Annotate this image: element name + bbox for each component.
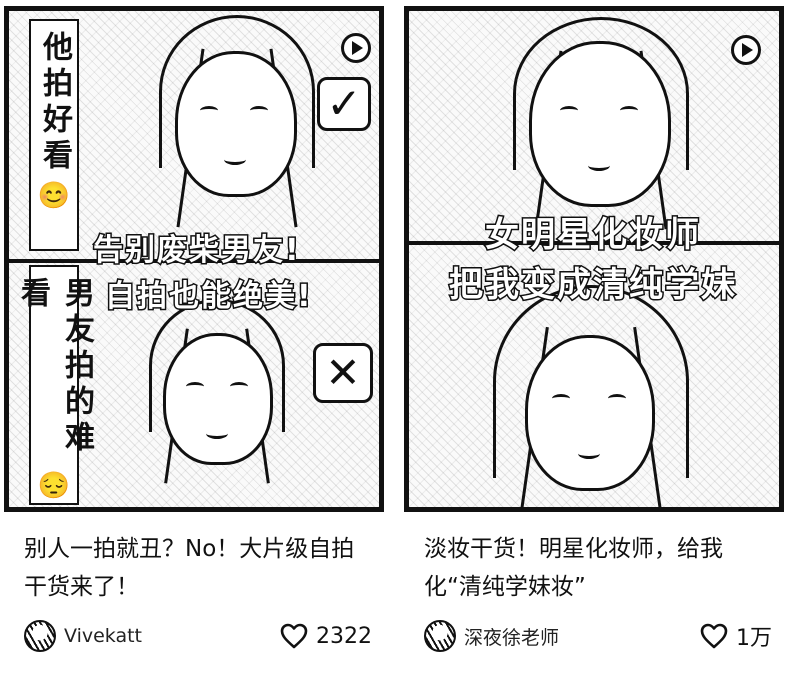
like-button[interactable]: 1万 (700, 620, 772, 652)
note-card[interactable]: 女明星化妆师 把我变成清纯学妹 淡妆干货！明星化妆师，给我化“清纯学妹妆” 深夜… (404, 0, 784, 681)
cover-banner-line2: 自拍也能绝美! (104, 278, 313, 316)
caption-vertical-top: 他拍好看 😊 (29, 19, 79, 251)
play-icon[interactable] (341, 33, 371, 63)
cover-banner-line1: 女明星化妆师 (484, 214, 701, 257)
caption-vertical-bottom: 男友拍的难看 😔 (15, 265, 94, 505)
cross-box-icon: ✕ (313, 343, 373, 403)
like-count: 1万 (736, 626, 772, 651)
caption-text: 他拍好看 (37, 31, 72, 175)
author-name[interactable]: Vivekatt (64, 625, 142, 647)
caption-text: 男友拍的难看 (15, 277, 94, 457)
checkbox-icon: ✓ (317, 77, 371, 131)
avatar[interactable] (24, 620, 56, 652)
avatar[interactable] (424, 620, 456, 652)
note-title[interactable]: 淡妆干货！明星化妆师，给我化“清纯学妹妆” (424, 530, 774, 606)
face-sketch (525, 335, 655, 491)
cover-banner-line1: 告别废柴男友! (92, 232, 301, 270)
cover-banner-line2: 把我变成清纯学妹 (448, 264, 737, 307)
heart-outline-icon[interactable] (280, 623, 308, 649)
note-title[interactable]: 别人一拍就丑？No！大片级自拍干货来了！ (24, 530, 374, 606)
play-icon[interactable] (731, 35, 761, 65)
like-button[interactable]: 2322 (280, 620, 372, 652)
smile-emoji-icon: 😊 (39, 181, 69, 213)
face-sketch (163, 333, 273, 465)
note-cover-image[interactable]: 女明星化妆师 把我变成清纯学妹 (404, 6, 784, 512)
like-count: 2322 (316, 623, 372, 649)
cross-mark: ✕ (325, 348, 361, 397)
sad-emoji-icon: 😔 (39, 471, 69, 503)
author-name[interactable]: 深夜徐老师 (464, 623, 559, 650)
check-mark: ✓ (326, 79, 362, 128)
face-sketch (529, 41, 671, 207)
author-info[interactable]: 深夜徐老师 (424, 620, 559, 652)
note-feed: 他拍好看 😊 ✓ 男友拍的难看 😔 ✕ 告别废柴男友! 自拍也能绝美! 别人一拍… (0, 0, 789, 681)
author-info[interactable]: Vivekatt (24, 620, 142, 652)
heart-outline-icon[interactable] (700, 623, 728, 649)
face-sketch (175, 51, 297, 197)
note-card[interactable]: 他拍好看 😊 ✓ 男友拍的难看 😔 ✕ 告别废柴男友! 自拍也能绝美! 别人一拍… (4, 0, 384, 681)
note-cover-image[interactable]: 他拍好看 😊 ✓ 男友拍的难看 😔 ✕ 告别废柴男友! 自拍也能绝美! (4, 6, 384, 512)
